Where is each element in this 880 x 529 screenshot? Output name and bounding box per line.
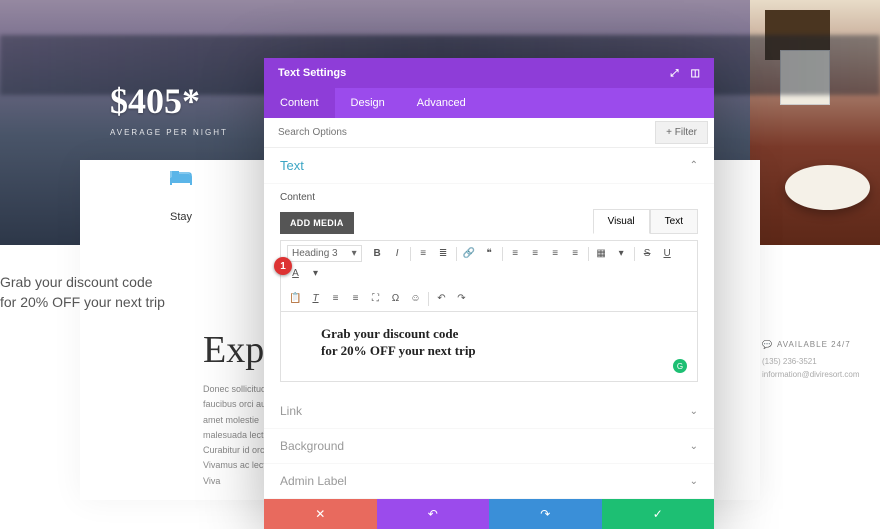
strike-icon[interactable]: S <box>639 245 656 262</box>
filter-button[interactable]: + Filter <box>655 121 708 144</box>
emoji-icon[interactable]: ☺ <box>407 290 424 307</box>
grammarly-icon[interactable]: G <box>673 359 687 373</box>
clear-icon[interactable]: T <box>307 290 324 307</box>
stay-nav[interactable]: Stay <box>170 168 192 223</box>
search-input[interactable] <box>264 127 655 138</box>
save-button[interactable]: ✓ <box>602 499 715 529</box>
chevron-down-icon: ⌄ <box>690 406 698 417</box>
paste-icon[interactable]: 📋 <box>287 290 304 307</box>
search-row: + Filter <box>264 118 714 148</box>
outdent-icon[interactable]: ≡ <box>347 290 364 307</box>
align-right-icon[interactable]: ≡ <box>547 245 564 262</box>
add-media-button[interactable]: ADD MEDIA <box>280 212 354 234</box>
chevron-up-icon: ⌃ <box>690 160 698 171</box>
modal-header[interactable]: Text Settings ⤢ ◫ <box>264 58 714 88</box>
section-admin-label[interactable]: Admin Label ⌄ <box>264 464 714 499</box>
redo-button[interactable]: ↷ <box>489 499 602 529</box>
modal-title: Text Settings <box>278 67 346 79</box>
section-background-label: Background <box>280 439 344 453</box>
chevron-down-icon: ⌄ <box>690 476 698 487</box>
underline-icon[interactable]: U <box>659 245 676 262</box>
editor-toolbar: Heading 3▾ B I ≡ ≣ 🔗 ❝ ≡ ≡ ≡ ≡ ▦ ▾ S U A… <box>280 240 698 312</box>
stay-label: Stay <box>170 211 192 223</box>
avail-label: AVAILABLE 24/7 <box>777 340 851 349</box>
section-link[interactable]: Link ⌄ <box>264 394 714 429</box>
editor-body[interactable]: Grab your discount code for 20% OFF your… <box>280 312 698 382</box>
editor-line1: Grab your discount code <box>321 326 458 341</box>
discount-line1: Grab your discount code <box>0 273 165 293</box>
bold-icon[interactable]: B <box>369 245 386 262</box>
rug-decor <box>785 165 870 210</box>
align-left-icon[interactable]: ≡ <box>507 245 524 262</box>
ol-icon[interactable]: ≣ <box>435 245 452 262</box>
heading-select[interactable]: Heading 3▾ <box>287 245 362 262</box>
link-icon[interactable]: 🔗 <box>461 245 478 262</box>
undo-button[interactable]: ↶ <box>377 499 490 529</box>
bed-icon <box>170 168 192 191</box>
fullscreen-icon[interactable]: ⛶ <box>367 290 384 307</box>
section-background[interactable]: Background ⌄ <box>264 429 714 464</box>
editor-tab-visual[interactable]: Visual <box>593 209 650 234</box>
align-center-icon[interactable]: ≡ <box>527 245 544 262</box>
modal-tabs: Content Design Advanced <box>264 88 714 118</box>
textcolor-caret-icon[interactable]: ▾ <box>307 265 324 282</box>
action-bar: ✕ ↶ ↷ ✓ <box>264 499 714 529</box>
indent-icon[interactable]: ≡ <box>327 290 344 307</box>
justify-icon[interactable]: ≡ <box>567 245 584 262</box>
expand-icon[interactable]: ⤢ <box>671 68 679 79</box>
text-content-area: Content ADD MEDIA Visual Text Heading 3▾… <box>264 184 714 394</box>
table-icon[interactable]: ▦ <box>593 245 610 262</box>
content-label: Content <box>280 192 698 203</box>
ul-icon[interactable]: ≡ <box>415 245 432 262</box>
special-char-icon[interactable]: Ω <box>387 290 404 307</box>
discount-text: Grab your discount code for 20% OFF your… <box>0 273 165 312</box>
tab-design[interactable]: Design <box>335 88 401 118</box>
table-caret-icon[interactable]: ▾ <box>613 245 630 262</box>
chat-icon: 💬 <box>762 340 773 349</box>
section-text[interactable]: Text ⌃ <box>264 148 714 184</box>
contact-phone: (135) 236-3521 <box>762 355 880 369</box>
section-link-label: Link <box>280 404 302 418</box>
tab-advanced[interactable]: Advanced <box>401 88 482 118</box>
annotation-marker-1: 1 <box>274 257 292 275</box>
section-text-label: Text <box>280 158 304 173</box>
editor-tab-text[interactable]: Text <box>650 209 698 234</box>
italic-icon[interactable]: I <box>389 245 406 262</box>
cancel-button[interactable]: ✕ <box>264 499 377 529</box>
text-settings-modal: Text Settings ⤢ ◫ Content Design Advance… <box>264 58 714 529</box>
undo-icon[interactable]: ↶ <box>433 290 450 307</box>
redo-icon[interactable]: ↷ <box>453 290 470 307</box>
contact-email: information@diviresort.com <box>762 368 880 382</box>
columns-icon[interactable]: ◫ <box>691 68 700 79</box>
quote-icon[interactable]: ❝ <box>481 245 498 262</box>
section-admin-label-label: Admin Label <box>280 474 347 488</box>
contact-block: 💬 AVAILABLE 24/7 (135) 236-3521 informati… <box>762 338 880 382</box>
exp-heading: Exp <box>203 328 264 372</box>
editor-line2: for 20% OFF your next trip <box>321 343 476 358</box>
discount-line2: for 20% OFF your next trip <box>0 293 165 313</box>
chevron-down-icon: ⌄ <box>690 441 698 452</box>
tab-content[interactable]: Content <box>264 88 335 118</box>
